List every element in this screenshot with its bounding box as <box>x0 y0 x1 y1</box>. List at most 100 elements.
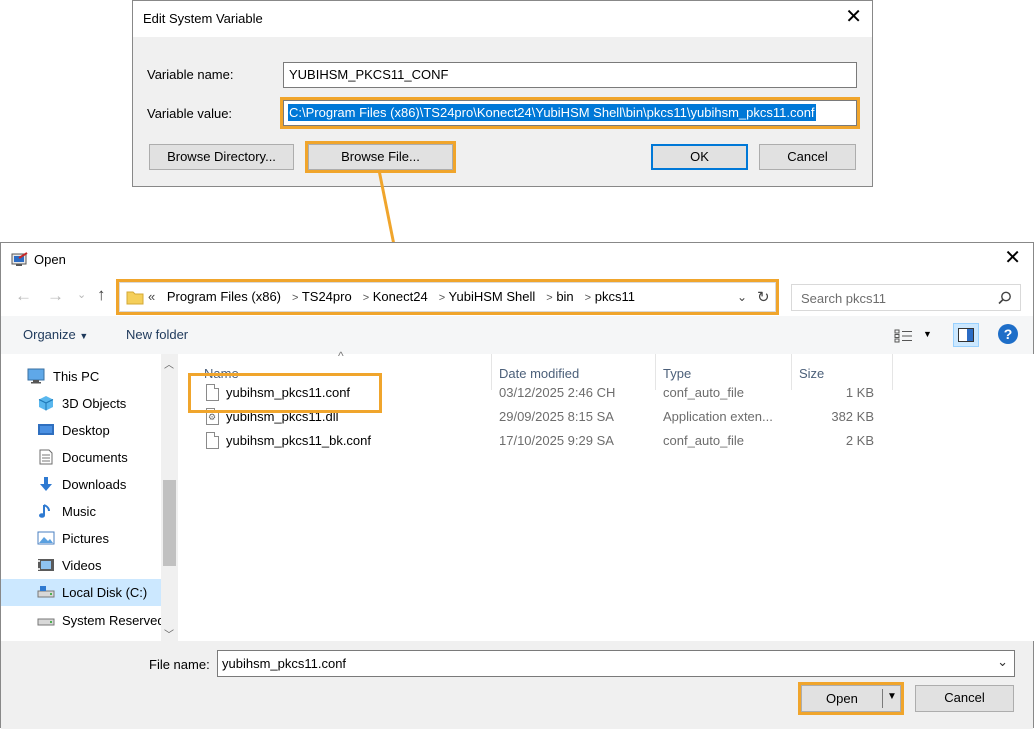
monitor-icon <box>27 368 45 384</box>
file-date-cell: 17/10/2025 9:29 SA <box>499 433 614 448</box>
cube-icon <box>38 396 54 411</box>
file-name-bar: File name: yubihsm_pkcs11.conf ⌄ Open ▼ … <box>1 641 1033 729</box>
file-name-value: yubihsm_pkcs11.conf <box>222 656 347 671</box>
browse-directory-button[interactable]: Browse Directory... <box>149 144 294 170</box>
nav-item[interactable]: This PC <box>1 363 161 390</box>
back-arrow-icon[interactable]: ← <box>15 286 32 306</box>
breadcrumb-item[interactable]: Konect24 <box>373 289 428 304</box>
scroll-up-icon[interactable]: ︿ <box>164 356 174 371</box>
nav-item-label: Downloads <box>62 477 127 492</box>
nav-item[interactable]: Downloads <box>1 471 161 498</box>
view-dropdown-caret-icon[interactable]: ▼ <box>923 329 932 339</box>
cancel-button[interactable]: Cancel <box>915 685 1014 712</box>
close-icon[interactable]: ✕ <box>1004 248 1021 268</box>
breadcrumb-item[interactable]: YubiHSM Shell <box>449 289 536 304</box>
file-date-cell: 29/09/2025 8:15 SA <box>499 409 614 424</box>
nav-item[interactable]: Videos <box>1 552 161 579</box>
file-name-input[interactable]: yubihsm_pkcs11.conf ⌄ <box>217 650 1015 677</box>
scroll-down-icon[interactable]: ﹀ <box>164 626 174 641</box>
breadcrumb-item[interactable]: TS24pro <box>302 289 352 304</box>
variable-value-selected-text: C:\Program Files (x86)\TS24pro\Konect24\… <box>288 104 816 121</box>
breadcrumb-overflow[interactable]: « <box>148 289 155 304</box>
app-icon <box>11 252 28 266</box>
close-icon[interactable]: ✕ <box>845 7 862 27</box>
chevron-right-icon[interactable]: > <box>546 292 552 304</box>
breadcrumb: « Program Files (x86) > TS24pro > Konect24… <box>148 289 635 304</box>
file-size-cell: 382 KB <box>831 409 874 424</box>
address-dropdown-chevron-icon[interactable]: ⌄ <box>737 290 747 304</box>
variable-value-field[interactable]: C:\Program Files (x86)\TS24pro\Konect24\… <box>280 97 860 129</box>
file-row[interactable]: yubihsm_pkcs11_bk.conf 17/10/2025 9:29 SA… <box>186 429 886 453</box>
forward-arrow-icon[interactable]: → <box>47 286 64 306</box>
drive-icon <box>37 618 55 626</box>
open-button[interactable]: Open ▼ <box>798 682 904 715</box>
nav-scrollbar[interactable]: ︿ ﹀ <box>161 354 178 641</box>
command-bar: Organize ▼ New folder ▼ ? <box>1 316 1033 354</box>
open-button-label: Open <box>826 691 858 706</box>
dialog-titlebar: Edit System Variable ✕ <box>133 1 872 37</box>
column-header-date[interactable]: Date modified <box>499 366 579 381</box>
file-name-cell: yubihsm_pkcs11_bk.conf <box>226 433 372 448</box>
help-icon[interactable]: ? <box>998 324 1018 344</box>
column-divider[interactable] <box>892 354 893 390</box>
chevron-right-icon[interactable]: > <box>292 292 298 304</box>
selected-file-highlight <box>188 373 382 413</box>
up-arrow-icon[interactable]: ↑ <box>97 285 106 305</box>
open-dialog-titlebar: Open ✕ <box>1 243 1033 277</box>
picture-icon <box>37 531 55 545</box>
preview-pane-button[interactable] <box>953 323 979 347</box>
address-bar[interactable]: « Program Files (x86) > TS24pro > Konect24… <box>116 279 779 315</box>
nav-item[interactable]: Pictures <box>1 525 161 552</box>
breadcrumb-item[interactable]: pkcs11 <box>595 289 635 304</box>
nav-item[interactable]: Desktop <box>1 417 161 444</box>
open-dropdown-caret-icon[interactable]: ▼ <box>887 691 897 702</box>
nav-item[interactable]: Music <box>1 498 161 525</box>
chevron-right-icon[interactable]: > <box>439 292 445 304</box>
nav-item-label: Local Disk (C:) <box>62 585 148 600</box>
nav-item-label: System Reserved <box>62 613 161 628</box>
variable-name-field[interactable]: YUBIHSM_PKCS11_CONF <box>283 62 857 88</box>
desktop-icon <box>38 424 54 435</box>
column-header-type[interactable]: Type <box>663 366 691 381</box>
search-box[interactable]: Search pkcs11 <box>791 284 1021 311</box>
nav-item-label: Music <box>62 504 96 519</box>
file-name-label: File name: <box>149 657 210 672</box>
sort-ascending-icon: ^ <box>338 349 344 363</box>
ok-button[interactable]: OK <box>651 144 748 170</box>
file-list: ^ Name Date modified Type Size yubihsm_p… <box>186 349 1034 641</box>
chevron-right-icon[interactable]: > <box>363 292 369 304</box>
column-header-size[interactable]: Size <box>799 366 824 381</box>
nav-item[interactable]: Local Disk (C:) <box>1 579 161 606</box>
breadcrumb-item[interactable]: Program Files (x86) <box>167 289 281 304</box>
nav-item[interactable]: Documents <box>1 444 161 471</box>
browse-file-button[interactable]: Browse File... <box>305 141 456 173</box>
nav-item-label: Videos <box>62 558 102 573</box>
folder-icon <box>126 291 144 305</box>
chevron-down-icon[interactable]: ⌄ <box>997 654 1008 670</box>
edit-system-variable-dialog: Edit System Variable ✕ Variable name: YU… <box>132 0 873 187</box>
file-type-cell: conf_auto_file <box>663 433 744 448</box>
recent-locations-chevron-icon[interactable]: ⌄ <box>77 288 86 301</box>
nav-item-label: Pictures <box>62 531 109 546</box>
search-input[interactable]: Search pkcs11 <box>801 291 886 306</box>
chevron-right-icon[interactable]: > <box>585 292 591 304</box>
refresh-icon[interactable]: ↻ <box>757 288 770 306</box>
navigation-pane: This PC 3D Objects Desktop Documents Downloa… <box>1 354 178 641</box>
file-size-cell: 2 KB <box>845 433 874 448</box>
search-icon[interactable] <box>998 291 1012 305</box>
dll-file-icon: ⚙ <box>206 408 219 425</box>
new-folder-button[interactable]: New folder <box>126 327 188 342</box>
nav-item[interactable]: System Reserved <box>1 607 161 634</box>
organize-button[interactable]: Organize ▼ <box>23 327 88 342</box>
scrollbar-thumb[interactable] <box>163 480 176 566</box>
nav-item[interactable]: 3D Objects <box>1 390 161 417</box>
cancel-button[interactable]: Cancel <box>759 144 856 170</box>
breadcrumb-item[interactable]: bin <box>556 289 573 304</box>
view-options-icon[interactable] <box>894 329 914 343</box>
download-icon <box>40 477 52 491</box>
nav-item-label: Desktop <box>62 423 110 438</box>
preview-pane-icon <box>958 328 974 342</box>
nav-item-label: 3D Objects <box>62 396 127 411</box>
file-name-cell: yubihsm_pkcs11.dll <box>226 409 339 424</box>
dialog-title: Edit System Variable <box>143 11 263 26</box>
